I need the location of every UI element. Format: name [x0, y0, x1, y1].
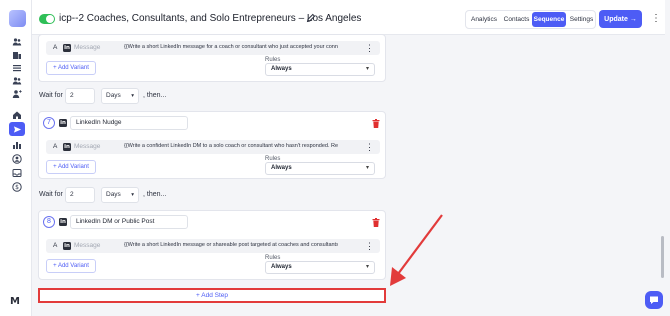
- trash-icon[interactable]: [372, 218, 380, 227]
- dollar-icon[interactable]: $: [11, 181, 23, 193]
- chevron-down-icon: ▾: [131, 192, 134, 198]
- tab-settings[interactable]: Settings: [568, 11, 595, 28]
- add-variant-button[interactable]: + Add Variant: [46, 259, 96, 273]
- chevron-down-icon: ▾: [365, 165, 369, 171]
- users-icon[interactable]: [11, 36, 23, 48]
- message-label: Message: [74, 242, 101, 249]
- message-variant-row[interactable]: A in Message {{Write a confident LinkedI…: [46, 140, 380, 154]
- kebab-menu-icon[interactable]: ⋮: [365, 42, 374, 54]
- linkedin-icon: in: [59, 119, 67, 127]
- rules-value: Always: [271, 165, 292, 171]
- rules-select[interactable]: Always ▾: [265, 63, 375, 76]
- update-button[interactable]: Update →: [599, 10, 642, 28]
- wait-value-input[interactable]: 2: [65, 187, 95, 203]
- variant-letter: A: [53, 242, 58, 249]
- chat-widget-button[interactable]: [645, 291, 663, 309]
- step-name-input[interactable]: LinkedIn Nudge: [70, 116, 188, 130]
- trash-icon[interactable]: [372, 119, 380, 128]
- add-variant-button[interactable]: + Add Variant: [46, 61, 96, 75]
- sequence-title: icp--2 Coaches, Consultants, and Solo En…: [59, 13, 362, 24]
- people-icon[interactable]: [11, 75, 23, 87]
- step-name-input[interactable]: LinkedIn DM or Public Post: [70, 215, 188, 229]
- inbox-icon[interactable]: [11, 167, 23, 179]
- linkedin-icon: in: [59, 218, 67, 226]
- linkedin-icon: in: [63, 143, 71, 151]
- annotation-arrow: [390, 214, 443, 286]
- wait-label: Wait for: [39, 191, 63, 198]
- variant-letter: A: [53, 143, 58, 150]
- brand-logo: M: [10, 296, 20, 307]
- message-label: Message: [74, 143, 101, 150]
- step-card: 7 in LinkedIn Nudge A in Message {{Write…: [38, 111, 386, 179]
- tab-analytics[interactable]: Analytics: [468, 11, 500, 28]
- message-prompt-text[interactable]: {{Write a short LinkedIn message for a c…: [124, 44, 338, 50]
- kebab-menu-icon[interactable]: ⋮: [365, 240, 374, 252]
- message-variant-row[interactable]: A in Message {{Write a short LinkedIn me…: [46, 239, 380, 253]
- step-card: 8 in LinkedIn DM or Public Post A in Mes…: [38, 210, 386, 280]
- linkedin-icon: in: [63, 44, 71, 52]
- sidebar: $ M: [0, 0, 32, 316]
- tab-contacts[interactable]: Contacts: [502, 11, 531, 28]
- list-icon[interactable]: [11, 62, 23, 74]
- rules-select[interactable]: Always ▾: [265, 261, 375, 274]
- variant-letter: A: [53, 44, 58, 51]
- scrollbar-thumb[interactable]: [661, 236, 664, 278]
- sequences-nav-item[interactable]: [9, 122, 25, 136]
- message-label: Message: [74, 44, 101, 51]
- wait-unit-value: Days: [106, 191, 121, 198]
- message-prompt-text[interactable]: {{Write a short LinkedIn message or shar…: [124, 242, 338, 248]
- pencil-icon[interactable]: [306, 13, 316, 23]
- chevron-down-icon: ▾: [365, 66, 369, 72]
- user-circle-icon[interactable]: [11, 153, 23, 165]
- wait-label: Wait for: [39, 92, 63, 99]
- tab-sequence[interactable]: Sequence: [532, 12, 566, 27]
- rules-value: Always: [271, 66, 292, 72]
- message-prompt-text[interactable]: {{Write a confident LinkedIn DM to a sol…: [124, 143, 338, 149]
- svg-text:$: $: [15, 184, 19, 191]
- chat-icon: [650, 296, 658, 304]
- more-options-icon[interactable]: ⋮: [651, 13, 661, 25]
- sequence-active-toggle[interactable]: [39, 14, 55, 24]
- rules-select[interactable]: Always ▾: [265, 162, 375, 175]
- kebab-menu-icon[interactable]: ⋮: [365, 141, 374, 153]
- step-number-badge: 8: [43, 216, 55, 228]
- wait-unit-select[interactable]: Days ▾: [101, 187, 139, 203]
- add-variant-button[interactable]: + Add Variant: [46, 160, 96, 174]
- rules-value: Always: [271, 264, 292, 270]
- add-step-button[interactable]: + Add Step: [38, 288, 386, 303]
- wait-then-text: , then...: [143, 191, 167, 198]
- message-variant-row[interactable]: A in Message {{Write a short LinkedIn me…: [46, 41, 380, 55]
- bar-chart-icon[interactable]: [11, 139, 23, 151]
- user-plus-icon[interactable]: [11, 88, 23, 100]
- wait-value-input[interactable]: 2: [65, 88, 95, 104]
- header-tabs: Analytics Contacts Sequence Settings: [465, 10, 596, 29]
- home-icon[interactable]: [11, 109, 23, 121]
- step-card: A in Message {{Write a short LinkedIn me…: [38, 34, 386, 82]
- chevron-down-icon: ▾: [365, 264, 369, 270]
- building-icon[interactable]: [11, 49, 23, 61]
- sequence-header: icp--2 Coaches, Consultants, and Solo En…: [32, 0, 665, 35]
- chevron-down-icon: ▾: [131, 93, 134, 99]
- wait-unit-value: Days: [106, 92, 121, 99]
- linkedin-icon: in: [63, 242, 71, 250]
- workspace-logo[interactable]: [9, 10, 26, 27]
- step-number-badge: 7: [43, 117, 55, 129]
- send-icon: [13, 125, 21, 133]
- wait-unit-select[interactable]: Days ▾: [101, 88, 139, 104]
- wait-then-text: , then...: [143, 92, 167, 99]
